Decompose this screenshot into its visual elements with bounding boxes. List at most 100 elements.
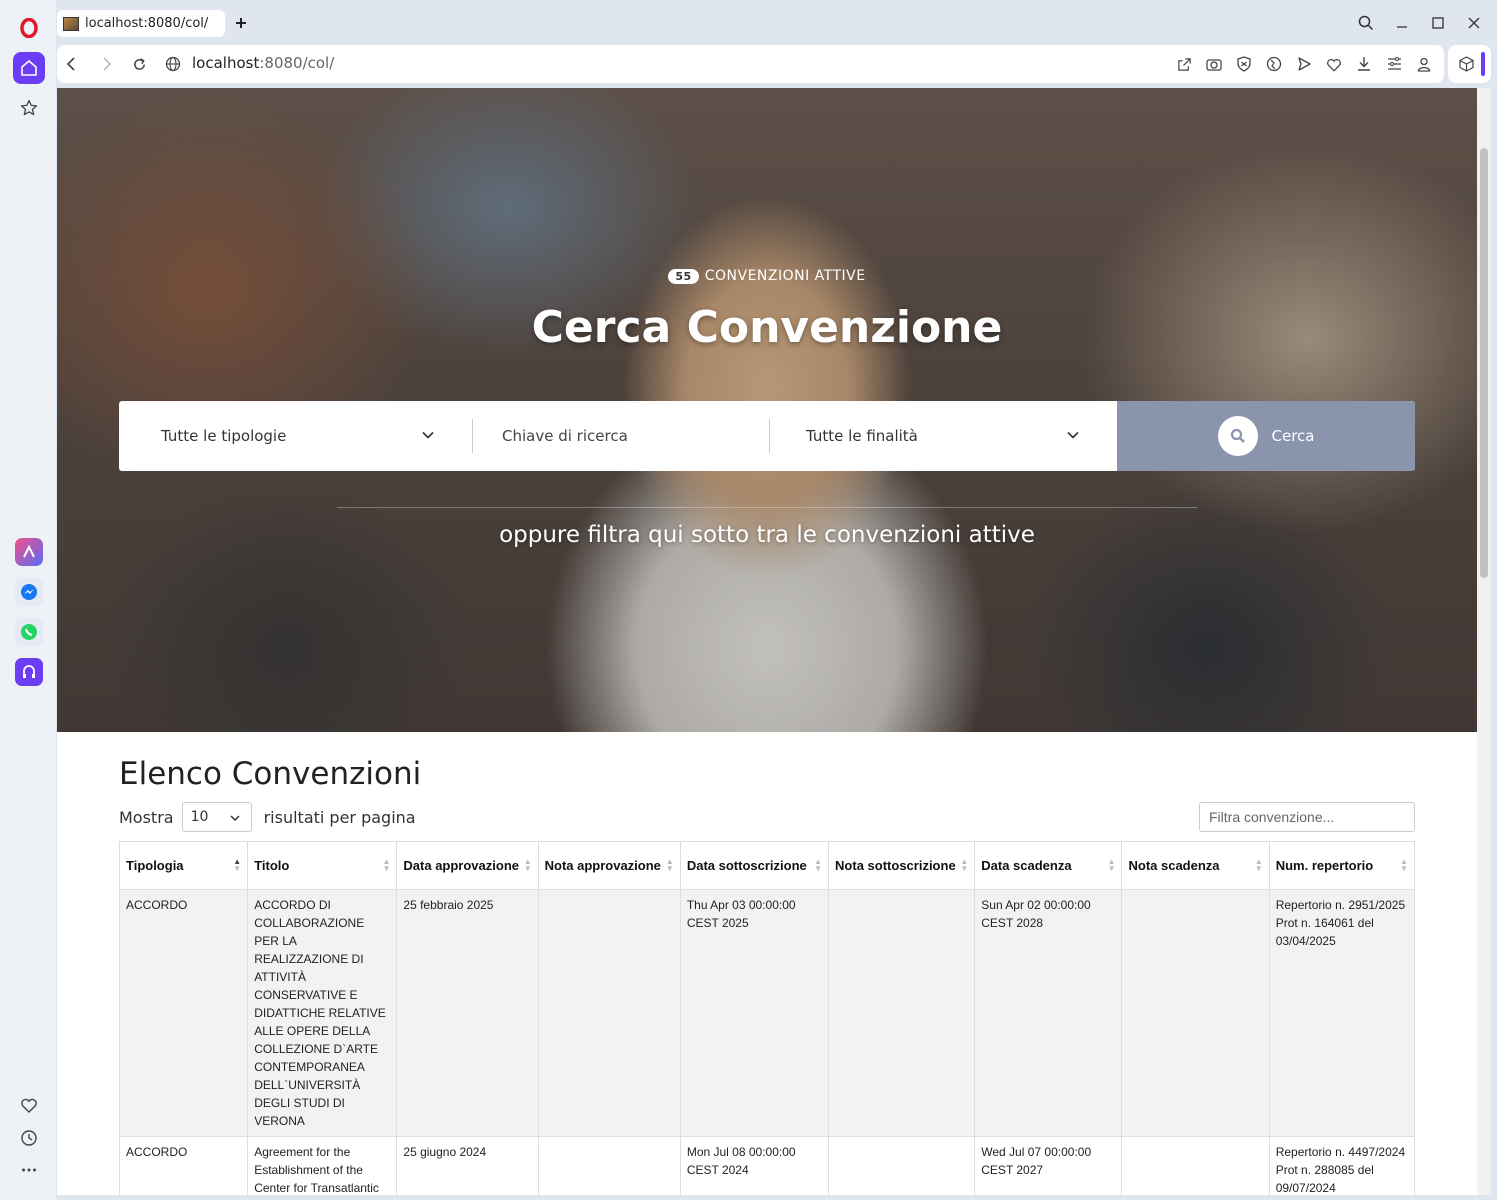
show-label: Mostra	[119, 807, 174, 827]
opera-logo-icon[interactable]	[13, 12, 45, 44]
page-length-control: Mostra 10 risultati per pagina	[119, 802, 416, 832]
forward-icon[interactable]	[96, 53, 118, 75]
type-select-value: Tutte le tipologie	[161, 427, 287, 445]
cell-nota-approvazione	[537, 1136, 681, 1195]
hero-section: 55 CONVENZIONI ATTIVE Cerca Convenzione T…	[57, 88, 1477, 732]
cell-nota-sottoscrizione	[828, 889, 976, 1137]
keyword-input[interactable]: Chiave di ricerca	[502, 401, 762, 471]
active-count-row: 55 CONVENZIONI ATTIVE	[57, 268, 1477, 284]
column-header-num-repertorio[interactable]: Num. repertorio ▲ ▼	[1268, 841, 1416, 890]
favicon-icon	[63, 16, 79, 31]
sort-asc-icon: ▲ ▼	[233, 857, 242, 873]
download-icon[interactable]	[1354, 54, 1374, 74]
hero-title: Cerca Convenzione	[531, 302, 1003, 353]
sort-icon: ▲ ▼	[523, 857, 532, 873]
table-row[interactable]: ACCORDO Agreement for the Establishment …	[118, 1136, 1416, 1195]
url-host: localhost	[192, 54, 260, 72]
site-info-icon[interactable]	[162, 53, 184, 75]
back-icon[interactable]	[60, 53, 82, 75]
cell-data-scadenza: Wed Jul 07 00:00:00 CEST 2027	[974, 1136, 1123, 1195]
address-bar: localhost:8080/col/	[57, 45, 1444, 83]
share-icon[interactable]	[1174, 54, 1194, 74]
column-header-nota-approvazione[interactable]: Nota approvazione ▲ ▼	[537, 841, 681, 890]
cell-tipologia: ACCORDO	[118, 1136, 249, 1195]
table-header-row: Tipologia ▲ ▼ Titolo ▲ ▼ Data approvazione ▲ ▼…	[118, 841, 1416, 890]
maximize-icon[interactable]	[1427, 12, 1449, 34]
column-header-label: Data scadenza	[981, 858, 1072, 873]
url-field[interactable]: localhost:8080/col/	[192, 54, 334, 72]
new-tab-icon[interactable]	[230, 12, 252, 34]
url-path: :8080/col/	[259, 54, 335, 72]
easy-setup-icon[interactable]	[1384, 54, 1404, 74]
hero-divider	[337, 507, 1197, 508]
search-button[interactable]: Cerca	[1117, 401, 1415, 471]
star-icon[interactable]	[13, 92, 45, 124]
vpn-icon[interactable]	[1264, 54, 1284, 74]
page-size-select[interactable]: 10	[181, 802, 252, 832]
sort-icon: ▲ ▼	[960, 857, 969, 873]
minimize-icon[interactable]	[1391, 12, 1413, 34]
column-header-nota-sottoscrizione[interactable]: Nota sottoscrizione ▲ ▼	[828, 841, 976, 890]
per-page-label: risultati per pagina	[263, 807, 416, 827]
sort-icon: ▲ ▼	[1107, 857, 1116, 873]
column-header-data-sottoscrizione[interactable]: Data sottoscrizione ▲ ▼	[679, 841, 830, 890]
column-header-nota-scadenza[interactable]: Nota scadenza ▲ ▼	[1121, 841, 1270, 890]
column-header-label: Nota sottoscrizione	[835, 858, 956, 873]
aria-app-icon[interactable]	[15, 538, 43, 566]
more-icon[interactable]	[13, 1154, 45, 1186]
music-player-icon[interactable]	[15, 658, 43, 686]
cell-tipologia: ACCORDO	[118, 889, 249, 1137]
chevron-down-icon	[1067, 431, 1079, 439]
scrollbar-thumb[interactable]	[1480, 148, 1488, 578]
whatsapp-icon[interactable]	[15, 618, 43, 646]
bookmark-heart-icon[interactable]	[1324, 54, 1344, 74]
purpose-select[interactable]: Tutte le finalità	[806, 401, 1096, 471]
profile-icon[interactable]	[1414, 54, 1434, 74]
filter-input[interactable]	[1199, 802, 1415, 832]
search-tabs-icon[interactable]	[1355, 12, 1377, 34]
cell-data-scadenza: Sun Apr 02 00:00:00 CEST 2028	[974, 889, 1123, 1137]
history-icon[interactable]	[13, 1122, 45, 1154]
table-row[interactable]: ACCORDO ACCORDO DI COLLABORAZIONE PER LA…	[118, 889, 1416, 1137]
column-header-label: Tipologia	[126, 858, 184, 873]
column-header-label: Titolo	[254, 858, 290, 873]
sort-icon: ▲ ▼	[1254, 857, 1263, 873]
home-icon[interactable]	[13, 52, 45, 84]
cell-data-approvazione: 25 febbraio 2025	[396, 889, 539, 1137]
chevron-down-icon	[422, 431, 434, 439]
column-header-label: Data sottoscrizione	[686, 858, 807, 873]
cell-num-repertorio: Repertorio n. 2951/2025 Prot n. 164061 d…	[1268, 889, 1416, 1137]
column-header-titolo[interactable]: Titolo ▲ ▼	[247, 841, 398, 890]
column-header-tipologia[interactable]: Tipologia ▲ ▼	[118, 841, 249, 890]
messenger-icon[interactable]	[15, 578, 43, 606]
conventions-table: Tipologia ▲ ▼ Titolo ▲ ▼ Data approvazione ▲ ▼…	[118, 841, 1416, 1195]
search-bar: Tutte le tipologie Chiave di ricerca Tut…	[119, 401, 1415, 471]
flow-send-icon[interactable]	[1294, 54, 1314, 74]
snapshot-camera-icon[interactable]	[1204, 54, 1224, 74]
cell-nota-scadenza	[1121, 889, 1270, 1137]
cell-data-sottoscrizione: Mon Jul 08 00:00:00 CEST 2024	[679, 1136, 830, 1195]
reload-icon[interactable]	[128, 53, 150, 75]
column-header-data-scadenza[interactable]: Data scadenza ▲ ▼	[974, 841, 1123, 890]
separator	[769, 419, 770, 453]
column-header-label: Data approvazione	[403, 858, 519, 873]
hero-subtitle: oppure filtra qui sotto tra le convenzio…	[499, 522, 1035, 548]
purpose-select-value: Tutte le finalità	[806, 427, 918, 445]
close-window-icon[interactable]	[1463, 12, 1485, 34]
page-scrollbar[interactable]	[1477, 88, 1491, 1195]
cell-num-repertorio: Repertorio n. 4497/2024 Prot n. 288085 d…	[1268, 1136, 1416, 1195]
cell-nota-sottoscrizione	[828, 1136, 976, 1195]
column-header-label: Nota approvazione	[544, 858, 661, 873]
cell-data-sottoscrizione: Thu Apr 03 00:00:00 CEST 2025	[679, 889, 830, 1137]
tab-title: localhost:8080/col/	[85, 16, 209, 31]
sort-icon: ▲ ▼	[814, 857, 823, 873]
column-header-data-approvazione[interactable]: Data approvazione ▲ ▼	[396, 841, 539, 890]
adblock-shield-icon[interactable]	[1234, 54, 1254, 74]
extensions-cube-icon[interactable]	[1456, 54, 1476, 74]
sort-icon: ▲ ▼	[382, 857, 391, 873]
column-header-label: Num. repertorio	[1275, 858, 1374, 873]
heart-icon[interactable]	[13, 1090, 45, 1122]
type-select[interactable]: Tutte le tipologie	[161, 401, 461, 471]
sort-icon: ▲ ▼	[665, 857, 674, 873]
browser-tab[interactable]: localhost:8080/col/	[57, 10, 225, 37]
